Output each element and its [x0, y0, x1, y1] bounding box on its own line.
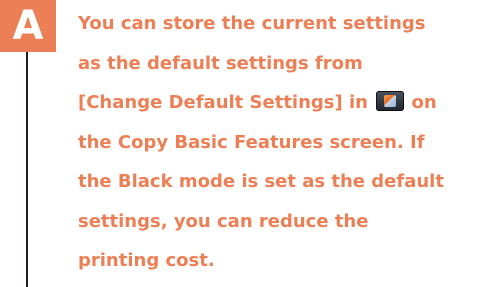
answer-text: You can store the current settings as th…	[78, 4, 482, 281]
answer-line-text: [Change Default Settings] in	[78, 92, 375, 113]
answer-line: as the default settings from	[78, 52, 363, 74]
answer-line: You can store the current settings	[78, 13, 426, 34]
settings-menu-icon	[376, 91, 405, 111]
answer-badge: A	[0, 0, 56, 52]
answer-line: printing cost.	[78, 250, 215, 271]
answer-letter: A	[12, 3, 44, 49]
answer-line-with-icon: [Change Default Settings] in on	[78, 83, 482, 123]
answer-line: the Black mode is set as the default	[78, 171, 444, 192]
answer-line: the Copy Basic Features screen. If	[78, 131, 425, 153]
answer-divider	[26, 52, 28, 287]
answer-line-text: on	[405, 92, 437, 113]
answer-line: settings, you can reduce the	[78, 210, 369, 232]
